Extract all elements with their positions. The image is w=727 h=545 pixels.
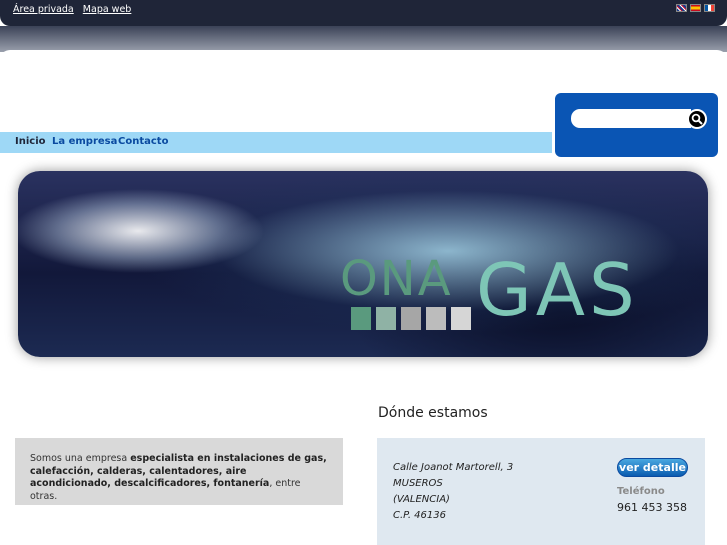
logo-squares [351, 307, 471, 330]
address: Calle Joanot Martorell, 3 MUSEROS (VALEN… [393, 460, 513, 524]
flag-en-icon[interactable] [676, 4, 687, 12]
nav-item-la-empresa[interactable]: La empresa [52, 136, 117, 147]
logo-square [401, 307, 421, 330]
search-icon [691, 113, 703, 125]
logo-gas-text: GAS [476, 248, 639, 332]
main-nav: Inicio La empresa Contacto [0, 132, 552, 153]
search-input[interactable] [571, 109, 691, 128]
flag-es-icon[interactable] [690, 4, 701, 12]
phone-number: 961 453 358 [617, 501, 687, 514]
logo-square [426, 307, 446, 330]
intro-box: Somos una empresa especialista en instal… [15, 438, 343, 505]
private-area-link[interactable]: Área privada [13, 4, 74, 15]
language-flags [676, 4, 715, 12]
flag-fr-icon[interactable] [704, 4, 715, 12]
address-line-province: (VALENCIA) [393, 494, 450, 505]
hero-banner: ONA GAS [18, 171, 708, 357]
logo-ona-text: ONA [340, 251, 453, 307]
nav-item-contacto[interactable]: Contacto [118, 136, 168, 147]
sitemap-link[interactable]: Mapa web [83, 4, 132, 15]
view-detail-button[interactable]: ver detalle [617, 458, 688, 477]
logo-square [451, 307, 471, 330]
address-line-street: Calle Joanot Martorell, 3 [393, 462, 514, 473]
top-links: Área privada Mapa web [13, 4, 137, 15]
logo-square [351, 307, 371, 330]
address-line-postcode: C.P. 46136 [393, 510, 446, 521]
top-bar: Área privada Mapa web [0, 0, 727, 26]
phone-label: Teléfono [617, 486, 665, 497]
search-button[interactable] [687, 109, 707, 129]
address-line-town: MUSEROS [393, 478, 443, 489]
header-band [0, 26, 727, 52]
location-title: Dónde estamos [378, 405, 488, 421]
address-panel: Calle Joanot Martorell, 3 MUSEROS (VALEN… [377, 438, 705, 545]
intro-text-prefix: Somos una empresa [30, 453, 131, 464]
nav-item-inicio[interactable]: Inicio [15, 136, 46, 147]
logo-square [376, 307, 396, 330]
search-panel [555, 93, 718, 157]
